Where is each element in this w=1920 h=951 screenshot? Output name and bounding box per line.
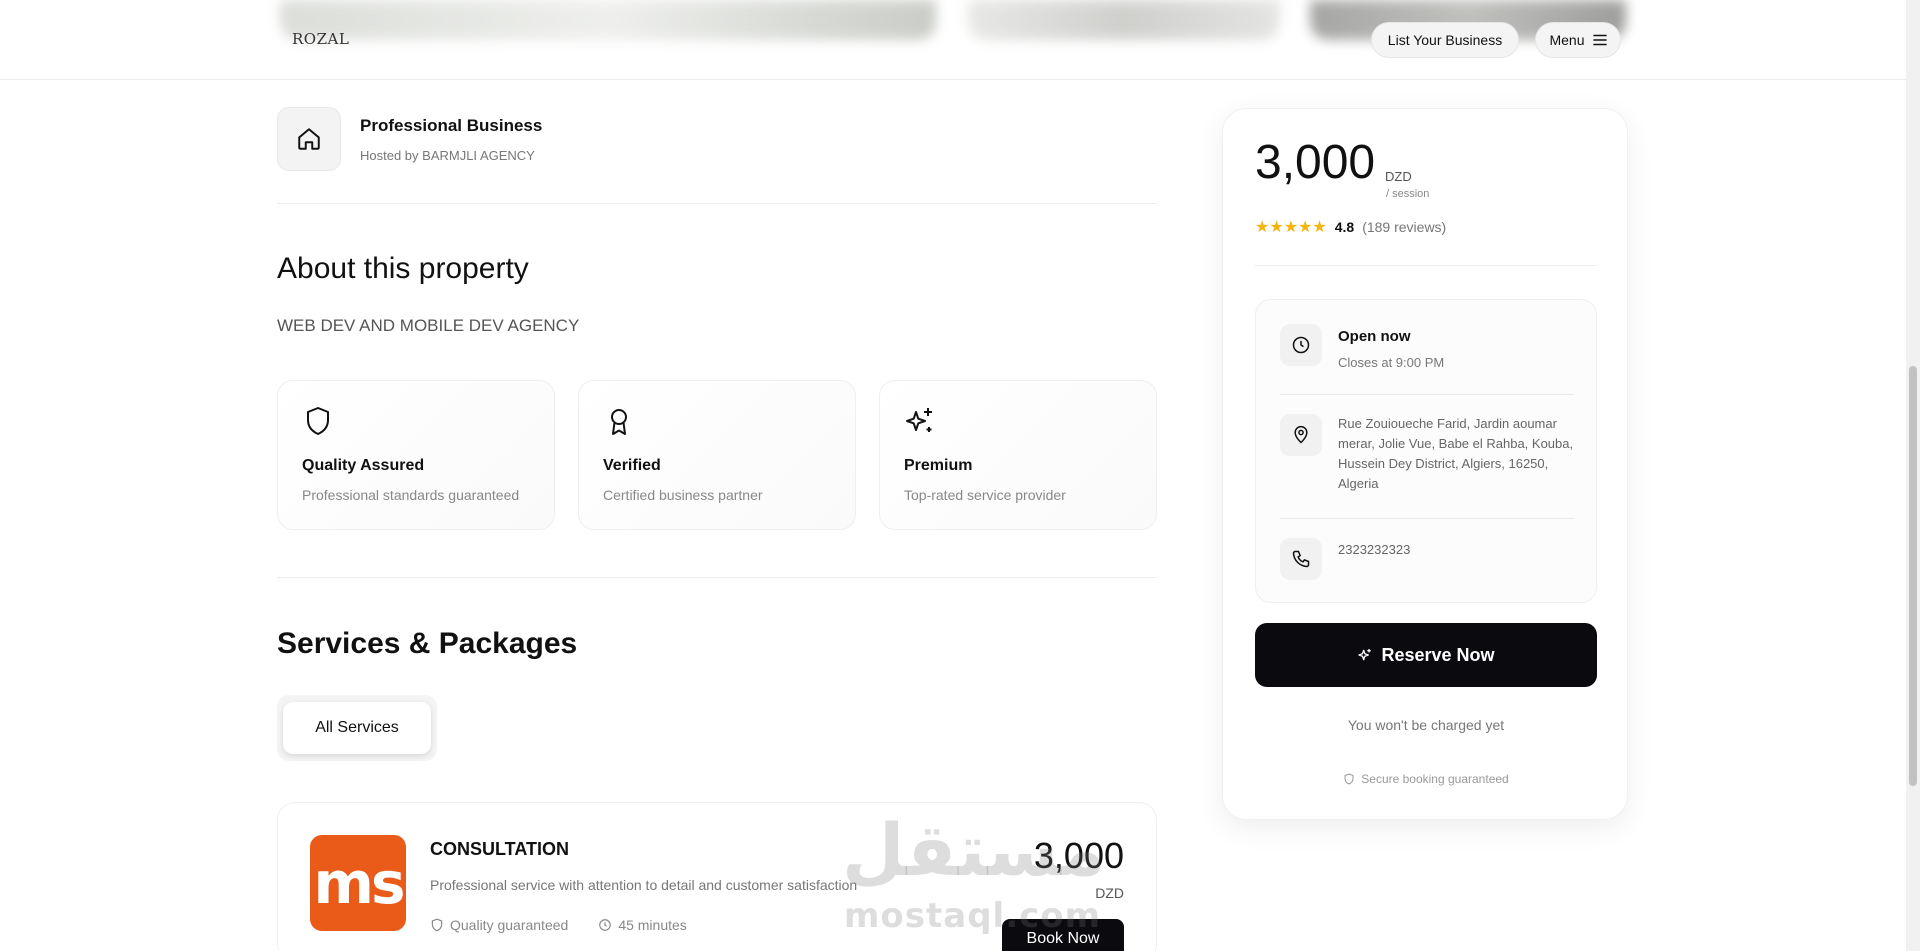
- services-heading: Services & Packages: [277, 627, 578, 660]
- booking-price: 3,000: [1255, 136, 1376, 189]
- phone-icon-wrap: [1280, 538, 1322, 580]
- hero-image-strip: [280, 0, 936, 40]
- hosted-by: Hosted by BARMJLI AGENCY: [360, 148, 535, 163]
- clock-icon: [1292, 336, 1310, 354]
- rating-value: 4.8: [1334, 219, 1355, 235]
- about-description: WEB DEV AND MOBILE DEV AGENCY: [277, 316, 580, 335]
- clock-icon-wrap: [1280, 324, 1322, 366]
- service-currency: DZD: [1095, 885, 1124, 901]
- hamburger-icon: [1592, 34, 1607, 46]
- sparkles-icon: [906, 408, 932, 432]
- booking-card: 3,000 DZD / session ★★★★★ 4.8 (189 revie…: [1222, 108, 1628, 820]
- feature-title: Premium: [904, 457, 973, 474]
- sparkle-icon: [1358, 649, 1372, 661]
- hero-image-strip: [968, 0, 1280, 40]
- about-heading: About this property: [277, 252, 529, 285]
- secure-note: Secure booking guaranteed: [1223, 772, 1629, 786]
- shield-icon: [1344, 773, 1354, 785]
- rating: ★★★★★ 4.8 (189 reviews): [1255, 217, 1446, 237]
- shield-icon: [307, 407, 329, 435]
- map-pin-icon-wrap: [1280, 414, 1322, 456]
- secure-label: Secure booking guaranteed: [1361, 772, 1509, 786]
- menu-button[interactable]: Menu: [1535, 22, 1621, 58]
- page-scrollbar[interactable]: [1906, 0, 1920, 951]
- divider: [1280, 394, 1574, 395]
- feature-card-verified: Verified Certified business partner: [578, 380, 856, 530]
- star-rating-icon: ★★★★★: [1255, 219, 1327, 236]
- feature-card-quality: Quality Assured Professional standards g…: [277, 380, 555, 530]
- booking-unit: / session: [1386, 188, 1430, 200]
- book-now-button[interactable]: Book Now: [1002, 919, 1124, 951]
- service-meta: Quality guaranteed 45 minutes: [430, 917, 687, 933]
- award-icon: [611, 409, 627, 435]
- divider: [277, 203, 1157, 204]
- service-name: CONSULTATION: [430, 839, 569, 859]
- service-description: Professional service with attention to d…: [430, 877, 858, 893]
- shield-icon: [431, 918, 443, 932]
- phone-number[interactable]: 2323232323: [1338, 542, 1410, 580]
- reserve-label: Reserve Now: [1381, 644, 1495, 665]
- feature-title: Quality Assured: [302, 457, 425, 474]
- host-title: Professional Business: [360, 116, 543, 135]
- home-icon: [298, 128, 320, 150]
- closing-time: Closes at 9:00 PM: [1338, 355, 1445, 370]
- hours-row: Open now Closes at 9:00 PM: [1280, 324, 1444, 370]
- service-filter-tabs: All Services: [277, 695, 437, 761]
- feature-description: Certified business partner: [603, 487, 763, 503]
- booking-currency: DZD: [1385, 169, 1412, 184]
- host-avatar: [277, 107, 341, 171]
- divider: [277, 577, 1157, 578]
- feature-description: Professional standards guaranteed: [302, 487, 520, 503]
- service-card[interactable]: ms CONSULTATION Professional service wit…: [277, 802, 1157, 951]
- phone-row: 2323232323: [1280, 538, 1410, 580]
- list-your-business-button[interactable]: List Your Business: [1371, 22, 1519, 58]
- address-text[interactable]: Rue Zouioueche Farid, Jardin aoumar mera…: [1338, 414, 1574, 494]
- divider: [1255, 265, 1597, 266]
- quality-label: Quality guaranteed: [450, 917, 569, 933]
- scrollbar-thumb[interactable]: [1909, 366, 1917, 786]
- site-logo[interactable]: ROZAL: [292, 30, 349, 48]
- business-info: Open now Closes at 9:00 PM Rue Zouiouech…: [1255, 299, 1597, 603]
- clock-icon: [599, 919, 612, 931]
- feature-card-premium: Premium Top-rated service provider: [879, 380, 1157, 530]
- feature-title: Verified: [603, 457, 661, 474]
- top-header: ROZAL List Your Business Menu: [0, 0, 1906, 80]
- feature-description: Top-rated service provider: [904, 487, 1066, 503]
- not-charged-note: You won't be charged yet: [1347, 717, 1505, 733]
- tab-all-services[interactable]: All Services: [283, 702, 431, 754]
- service-price: 3,000: [1033, 835, 1124, 876]
- reserve-now-button[interactable]: Reserve Now: [1255, 623, 1597, 687]
- review-count[interactable]: (189 reviews): [1362, 219, 1446, 235]
- divider: [1280, 518, 1574, 519]
- duration-label: 45 minutes: [618, 917, 687, 933]
- map-pin-icon: [1294, 425, 1308, 444]
- menu-label: Menu: [1549, 32, 1585, 48]
- phone-icon: [1292, 550, 1310, 568]
- address-row: Rue Zouioueche Farid, Jardin aoumar mera…: [1280, 414, 1574, 494]
- service-logo: ms: [310, 835, 406, 931]
- open-status: Open now: [1338, 328, 1411, 345]
